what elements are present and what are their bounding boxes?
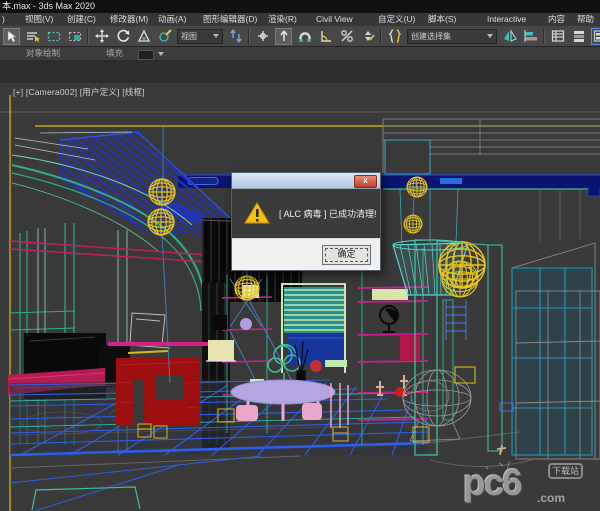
- ribbon-toggle-icon[interactable]: [591, 28, 600, 45]
- menu-help[interactable]: 帮助: [577, 13, 594, 26]
- ceiling-lines-right: [383, 119, 600, 173]
- layer-explorer-icon[interactable]: [570, 28, 587, 45]
- snaps-toggle-3d-icon[interactable]: [296, 28, 313, 45]
- title-bar: 本.max - 3ds Max 2020: [0, 0, 600, 13]
- dialog-title-bar[interactable]: x: [232, 173, 380, 189]
- main-toolbar: 视图 创建选择集: [0, 26, 600, 47]
- dialog-footer: 确定: [232, 238, 380, 270]
- percent-snap-icon[interactable]: [338, 28, 355, 45]
- menu-views[interactable]: 视图(V): [25, 13, 53, 26]
- keyboard-shortcut-override-icon[interactable]: [275, 28, 292, 45]
- chevron-down-icon: [213, 34, 219, 38]
- select-by-name-icon[interactable]: [24, 28, 41, 45]
- edit-named-selection-sets-icon[interactable]: [386, 28, 403, 45]
- wardrobe: [512, 243, 600, 459]
- wireframe-scene: [0, 83, 600, 511]
- selection-set-value: 创建选择集: [411, 31, 451, 42]
- mirror-icon[interactable]: [501, 28, 518, 45]
- use-pivot-point-center-icon[interactable]: [227, 28, 244, 45]
- chevron-down-icon[interactable]: [158, 52, 164, 56]
- selection-set-dropdown[interactable]: 创建选择集: [407, 29, 497, 44]
- select-object-icon[interactable]: [3, 28, 20, 45]
- toolbar-separator: [248, 29, 250, 44]
- window-crossing-icon[interactable]: [66, 28, 83, 45]
- menu-modifiers[interactable]: 修改器(M): [110, 13, 148, 26]
- watermark-badge: 下载站: [548, 463, 583, 479]
- reference-coordinate-value: 视图: [181, 31, 197, 42]
- angle-snap-icon[interactable]: [317, 28, 334, 45]
- menu-animation[interactable]: 动画(A): [158, 13, 186, 26]
- ladder-shelf: [446, 300, 466, 340]
- paint-options-icon[interactable]: [138, 50, 154, 60]
- warning-icon: [244, 202, 270, 225]
- reference-coordinate-dropdown[interactable]: 视图: [177, 29, 223, 44]
- menu-rendering[interactable]: 渲染(R): [268, 13, 297, 26]
- window-title: 本.max - 3ds Max 2020: [2, 1, 95, 11]
- menu-graph-editors[interactable]: 图形编辑器(D): [203, 13, 257, 26]
- menu-bar: ) 视图(V) 创建(C) 修改器(M) 动画(A) 图形编辑器(D) 渲染(R…: [0, 13, 600, 27]
- desk: [108, 313, 208, 438]
- align-icon[interactable]: [522, 28, 539, 45]
- select-and-rotate-icon[interactable]: [114, 28, 131, 45]
- secondary-toolbar: 对象绘制 填充: [0, 47, 600, 61]
- menu-scripting[interactable]: 脚本(S): [428, 13, 456, 26]
- scene-explorer-icon[interactable]: [549, 28, 566, 45]
- menu-customize[interactable]: 自定义(U): [378, 13, 415, 26]
- ribbon-strip: [0, 60, 600, 84]
- upper-window-frame: [385, 140, 430, 174]
- large-pendant-lamp: [393, 189, 485, 297]
- close-icon[interactable]: x: [354, 175, 377, 188]
- menu-content[interactable]: 内容: [548, 13, 565, 26]
- select-and-place-icon[interactable]: [156, 28, 173, 45]
- watermark-suffix: .com: [537, 491, 565, 505]
- dialog-message: [ ALC 病毒 ] 已成功清理!: [279, 207, 377, 220]
- select-and-scale-icon[interactable]: [135, 28, 152, 45]
- toolbar-separator: [87, 29, 89, 44]
- menu-cutoff[interactable]: ): [2, 13, 5, 26]
- menu-civil-view[interactable]: Civil View: [316, 13, 353, 26]
- ok-button[interactable]: 确定: [322, 245, 371, 265]
- watermark-logo: pc6: [463, 462, 521, 504]
- 3ds-max-window: 本.max - 3ds Max 2020 ) 视图(V) 创建(C) 修改器(M…: [0, 0, 600, 511]
- camera-viewport[interactable]: [+] [Camera002] [用户定义] [线框]: [0, 83, 600, 511]
- select-and-manipulate-icon[interactable]: [254, 28, 271, 45]
- coral-ornament: [310, 360, 322, 372]
- tab-object-paint[interactable]: 对象绘制: [26, 47, 60, 60]
- dialog-body: [ ALC 病毒 ] 已成功清理!: [232, 189, 380, 238]
- chevron-down-icon: [487, 34, 493, 38]
- small-figurine: [497, 445, 506, 455]
- rectangular-selection-region-icon[interactable]: [45, 28, 62, 45]
- toolbar-separator: [543, 29, 545, 44]
- pc6-watermark: 、丶/ pc6 下载站 .com: [455, 460, 595, 508]
- viewport-label[interactable]: [+] [Camera002] [用户定义] [线框]: [13, 86, 145, 98]
- alert-dialog: x [ ALC 病毒 ] 已成功清理! 确定: [231, 172, 381, 271]
- toolbar-separator: [380, 29, 382, 44]
- tab-populate[interactable]: 填充: [106, 47, 123, 60]
- menu-interactive[interactable]: Interactive: [487, 13, 526, 26]
- globe-ornament: [380, 306, 398, 332]
- spinner-snap-icon[interactable]: [359, 28, 376, 45]
- menu-create[interactable]: 创建(C): [67, 13, 96, 26]
- select-and-move-icon[interactable]: [93, 28, 110, 45]
